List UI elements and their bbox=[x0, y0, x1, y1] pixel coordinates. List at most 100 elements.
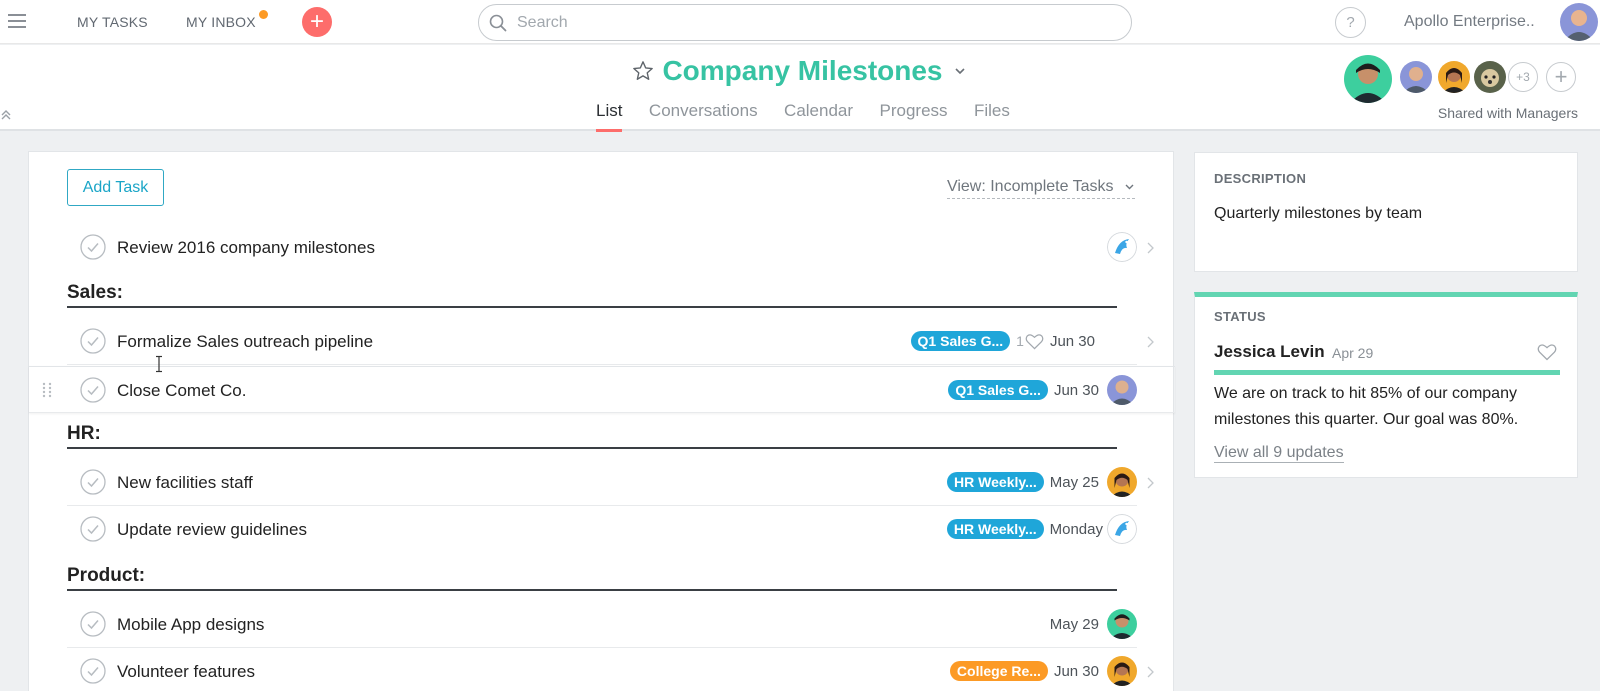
project-tabs: List Conversations Calendar Progress Fil… bbox=[596, 101, 1032, 132]
top-bar: MY TASKS MY INBOX + ? Apollo Enterprise.… bbox=[0, 0, 1600, 44]
due-date[interactable]: Jun 30 bbox=[1054, 663, 1099, 680]
chevron-right-icon[interactable] bbox=[1146, 666, 1154, 678]
chevron-down-icon[interactable] bbox=[953, 64, 967, 78]
task-row-selected[interactable]: Close Comet Co. Q1 Sales G... Jun 30 bbox=[29, 366, 1175, 413]
quick-add-button[interactable]: + bbox=[302, 7, 332, 37]
more-members-button[interactable]: +3 bbox=[1508, 62, 1538, 92]
section-name[interactable]: HR: bbox=[67, 423, 101, 445]
description-text[interactable]: Quarterly milestones by team bbox=[1214, 205, 1422, 223]
chevron-right-icon[interactable] bbox=[1146, 336, 1154, 348]
task-list-panel: Add Task View: Incomplete Tasks Review 2… bbox=[28, 151, 1175, 691]
task-row[interactable]: New facilities staff HR Weekly... May 25 bbox=[67, 459, 1154, 506]
task-meta bbox=[1107, 232, 1137, 262]
project-tag[interactable]: College Re... bbox=[949, 661, 1048, 681]
user-avatar[interactable] bbox=[1560, 3, 1598, 41]
like-count: 1 bbox=[1016, 333, 1024, 349]
status-color-bar bbox=[1214, 370, 1560, 375]
project-tag[interactable]: Q1 Sales G... bbox=[910, 331, 1011, 351]
tab-list[interactable]: List bbox=[596, 101, 623, 132]
due-date[interactable]: May 29 bbox=[1050, 616, 1099, 633]
project-tag[interactable]: HR Weekly... bbox=[947, 472, 1044, 492]
project-header: Company Milestones List Conversations Ca… bbox=[0, 45, 1600, 132]
section-name[interactable]: Sales: bbox=[67, 282, 123, 304]
checkmark-icon[interactable] bbox=[80, 516, 106, 542]
description-card: DESCRIPTION Quarterly milestones by team bbox=[1194, 152, 1578, 272]
checkmark-icon[interactable] bbox=[80, 469, 106, 495]
search-input[interactable] bbox=[517, 13, 1077, 33]
project-title: Company Milestones bbox=[662, 55, 943, 86]
task-meta: HR Weekly... May 25 bbox=[947, 467, 1137, 497]
status-author[interactable]: Jessica Levin bbox=[1214, 342, 1325, 362]
heart-icon[interactable] bbox=[1025, 333, 1044, 350]
status-text: We are on track to hit 85% of our compan… bbox=[1214, 385, 1519, 428]
task-row[interactable]: Review 2016 company milestones bbox=[67, 224, 1154, 271]
my-tasks-link[interactable]: MY TASKS bbox=[77, 14, 148, 30]
section-header[interactable]: HR: bbox=[67, 417, 1117, 449]
double-chevron-up-icon[interactable] bbox=[0, 109, 12, 121]
task-meta: Q1 Sales G... 1 Jun 30 bbox=[910, 326, 1103, 356]
view-filter-label: View: Incomplete Tasks bbox=[946, 178, 1114, 195]
add-task-button[interactable]: Add Task bbox=[67, 169, 164, 206]
view-all-updates-link[interactable]: View all 9 updates bbox=[1214, 444, 1344, 463]
heart-icon[interactable] bbox=[1537, 343, 1557, 361]
organization-switcher[interactable]: Apollo Enterprise.. bbox=[1404, 13, 1535, 31]
assignee-avatar[interactable] bbox=[1107, 656, 1137, 686]
status-label: STATUS bbox=[1214, 309, 1266, 324]
chevron-down-icon bbox=[1125, 184, 1134, 190]
member-avatar[interactable] bbox=[1438, 61, 1470, 93]
due-date[interactable]: Jun 30 bbox=[1054, 382, 1099, 399]
section-header[interactable]: Product: bbox=[67, 559, 1117, 591]
tab-conversations[interactable]: Conversations bbox=[649, 101, 758, 129]
section-header[interactable]: Sales: bbox=[67, 276, 1117, 308]
task-name[interactable]: New facilities staff bbox=[117, 473, 253, 493]
assignee-avatar[interactable] bbox=[1107, 609, 1137, 639]
section-name[interactable]: Product: bbox=[67, 565, 145, 587]
chevron-right-icon[interactable] bbox=[1146, 242, 1154, 254]
help-button[interactable]: ? bbox=[1335, 7, 1366, 38]
assignee-avatar[interactable] bbox=[1107, 232, 1137, 262]
due-date[interactable]: Monday bbox=[1050, 521, 1103, 538]
project-tag[interactable]: HR Weekly... bbox=[946, 519, 1044, 539]
task-name[interactable]: Mobile App designs bbox=[117, 615, 264, 635]
checkmark-icon[interactable] bbox=[80, 377, 106, 403]
task-name[interactable]: Formalize Sales outreach pipeline bbox=[117, 332, 373, 352]
assignee-avatar[interactable] bbox=[1107, 467, 1137, 497]
member-avatar[interactable] bbox=[1400, 61, 1432, 93]
checkmark-icon[interactable] bbox=[80, 234, 106, 260]
task-row[interactable]: Update review guidelines HR Weekly... Mo… bbox=[67, 506, 1137, 553]
task-name[interactable]: Update review guidelines bbox=[117, 520, 307, 540]
checkmark-icon[interactable] bbox=[80, 611, 106, 637]
star-icon[interactable] bbox=[632, 60, 654, 82]
drag-handle-icon[interactable] bbox=[41, 382, 53, 398]
assignee-avatar[interactable] bbox=[1107, 375, 1137, 405]
due-date[interactable]: May 25 bbox=[1050, 474, 1099, 491]
search-bar[interactable] bbox=[478, 4, 1132, 41]
project-tag[interactable]: Q1 Sales G... bbox=[948, 380, 1048, 400]
description-label: DESCRIPTION bbox=[1214, 171, 1307, 186]
task-row[interactable]: Volunteer features College Re... Jun 30 bbox=[67, 648, 1154, 691]
due-date[interactable]: Jun 30 bbox=[1050, 333, 1095, 350]
tab-files[interactable]: Files bbox=[974, 101, 1010, 129]
add-member-button[interactable]: + bbox=[1546, 62, 1576, 92]
assignee-avatar[interactable] bbox=[1107, 514, 1137, 544]
chevron-right-icon[interactable] bbox=[1146, 477, 1154, 489]
task-name[interactable]: Review 2016 company milestones bbox=[117, 238, 375, 258]
status-date: Apr 29 bbox=[1332, 345, 1374, 361]
checkmark-icon[interactable] bbox=[80, 658, 106, 684]
shared-with-link[interactable]: Shared with Managers bbox=[1438, 105, 1578, 121]
task-row[interactable]: Formalize Sales outreach pipeline Q1 Sal… bbox=[67, 318, 1154, 365]
tab-progress[interactable]: Progress bbox=[880, 101, 948, 129]
member-avatar[interactable] bbox=[1344, 55, 1392, 103]
tab-calendar[interactable]: Calendar bbox=[784, 101, 853, 129]
task-name[interactable]: Close Comet Co. bbox=[117, 381, 246, 401]
member-avatar[interactable] bbox=[1474, 61, 1506, 93]
hamburger-icon[interactable] bbox=[8, 14, 26, 28]
user-avatar-image bbox=[1560, 3, 1598, 41]
checkmark-icon[interactable] bbox=[80, 328, 106, 354]
status-card: STATUS Jessica Levin Apr 29 We are on tr… bbox=[1194, 292, 1578, 478]
my-inbox-link[interactable]: MY INBOX bbox=[186, 14, 256, 30]
view-filter-dropdown[interactable]: View: Incomplete Tasks bbox=[946, 178, 1135, 199]
task-row[interactable]: Mobile App designs May 29 bbox=[67, 601, 1137, 648]
task-row-content: Close Comet Co. Q1 Sales G... Jun 30 bbox=[67, 367, 1137, 414]
task-name[interactable]: Volunteer features bbox=[117, 662, 255, 682]
